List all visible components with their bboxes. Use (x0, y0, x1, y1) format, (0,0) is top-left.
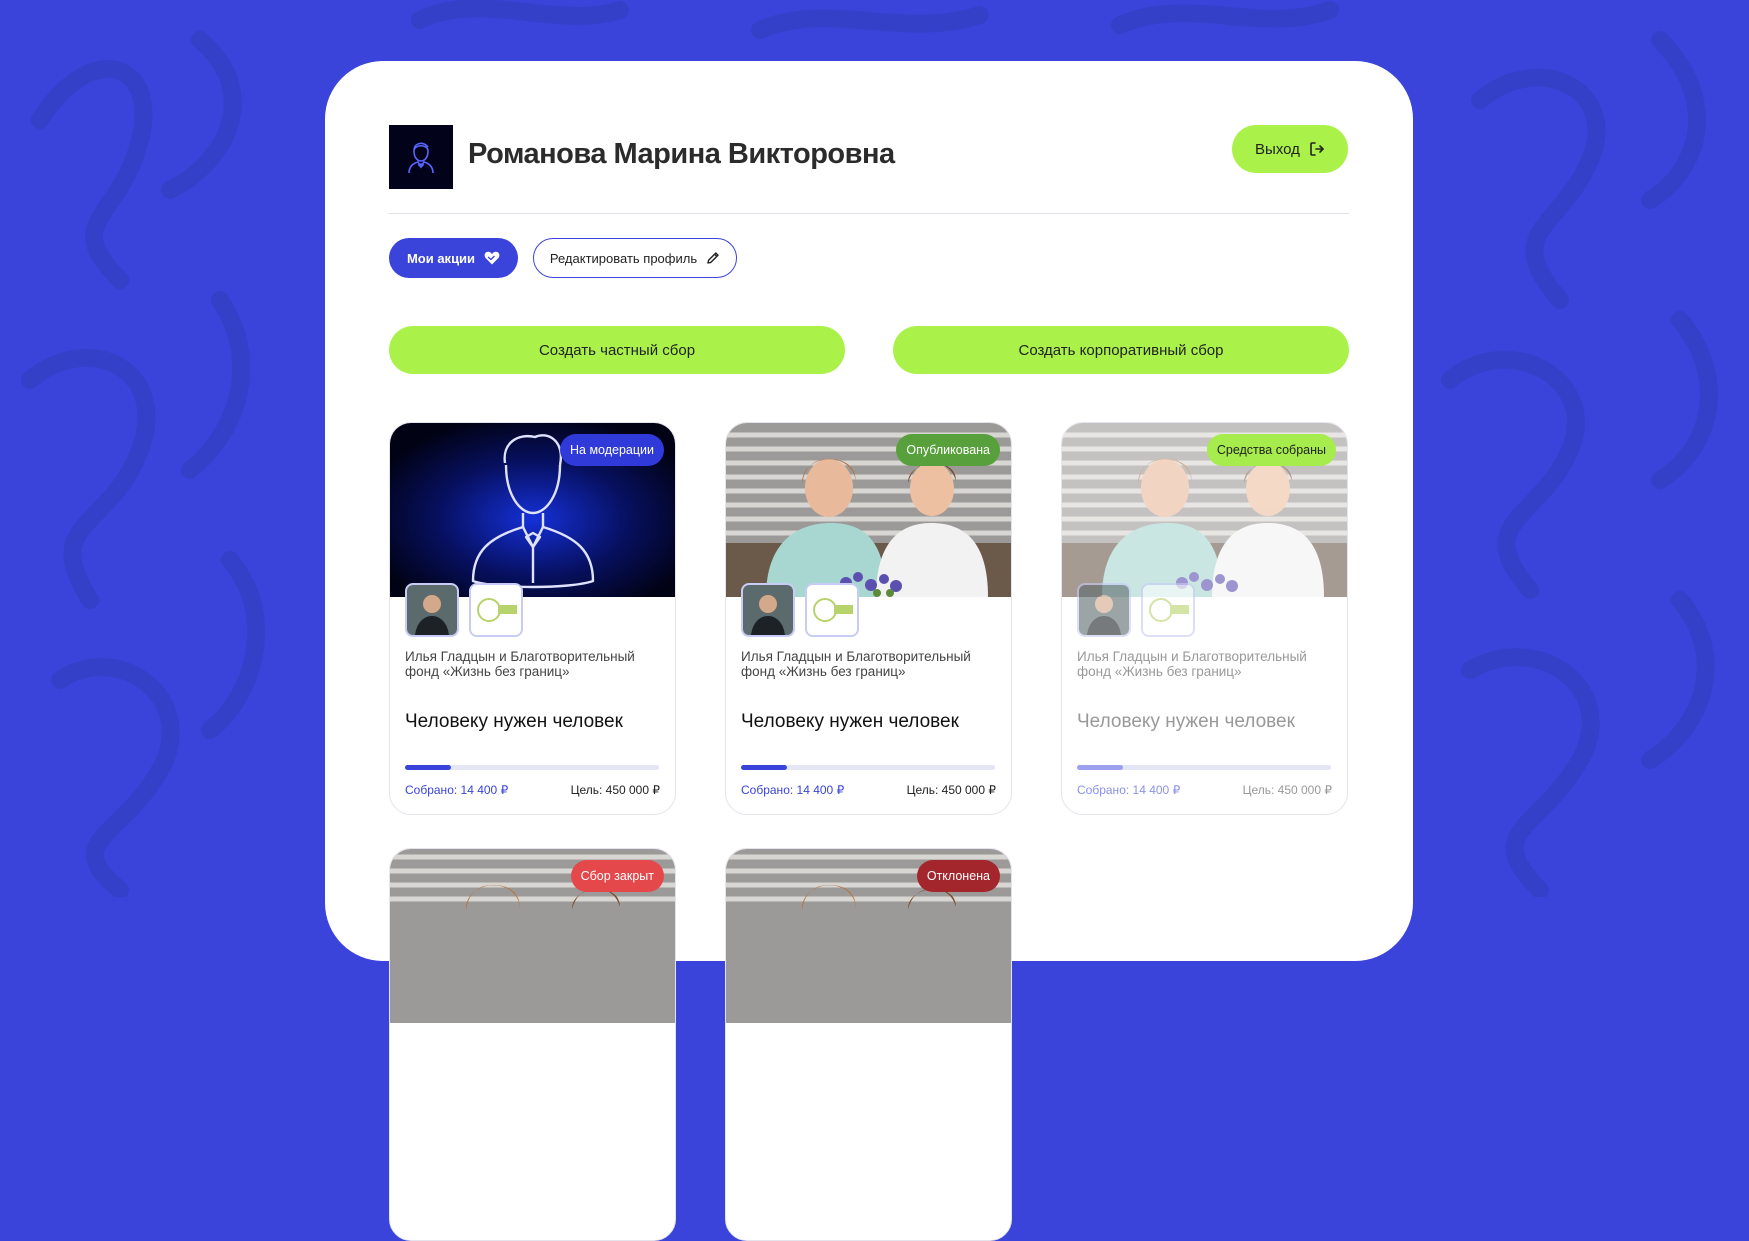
organizer-avatars (405, 583, 523, 637)
status-badge: Отклонена (916, 860, 1000, 892)
foundation-logo (805, 583, 859, 637)
organizer-photo (405, 583, 459, 637)
user-full-name: Романова Марина Викторовна (468, 138, 895, 170)
header-divider (389, 213, 1349, 214)
status-badge: Средства собраны (1206, 434, 1336, 466)
campaign-title: Человеку нужен человек (1077, 711, 1295, 732)
foundation-logo (1141, 583, 1195, 637)
goal-amount: Цель: 450 000 ₽ (906, 783, 996, 797)
user-avatar (389, 125, 453, 189)
progress-fill (405, 765, 451, 770)
status-badge: Сбор закрыт (570, 860, 664, 892)
organizer-avatars (1077, 583, 1195, 637)
profile-panel: Романова Марина Викторовна Выход Мои акц… (325, 61, 1413, 1241)
status-badge: На модерации (560, 434, 664, 466)
tab-edit-profile[interactable]: Редактировать профиль (533, 238, 737, 278)
collected-amount: Собрано: 14 400 ₽ (1077, 783, 1181, 797)
tab-edit-profile-label: Редактировать профиль (549, 250, 698, 266)
organizers-text: Илья Гладцын и Благотворительный фонд «Ж… (741, 649, 971, 679)
logout-label: Выход (1255, 140, 1300, 158)
tab-my-actions[interactable]: Мои акции (389, 238, 518, 278)
progress-fill (1077, 765, 1123, 770)
collected-amount: Собрано: 14 400 ₽ (405, 783, 509, 797)
campaign-card[interactable]: Отклонена (725, 848, 1012, 1241)
campaign-title: Человеку нужен человек (405, 711, 623, 732)
create-corporate-campaign-button[interactable]: Создать корпоративный сбор (893, 326, 1349, 374)
collected-amount: Собрано: 14 400 ₽ (741, 783, 845, 797)
status-badge: Опубликована (896, 434, 1000, 466)
campaign-card[interactable]: На модерации Илья Гладцын и Благотворите… (389, 422, 676, 815)
organizer-photo (1077, 583, 1131, 637)
logout-icon (1310, 142, 1324, 156)
heart-hands-icon (484, 251, 500, 265)
goal-amount: Цель: 450 000 ₽ (1242, 783, 1332, 797)
create-private-campaign-button[interactable]: Создать частный сбор (389, 326, 845, 374)
pencil-icon (707, 252, 719, 264)
progress-bar (741, 765, 995, 770)
campaign-card[interactable]: Опубликована Илья Гладцын и Благотворите… (725, 422, 1012, 815)
campaign-title: Человеку нужен человек (741, 711, 959, 732)
campaign-card[interactable]: Сбор закрыт (389, 848, 676, 1241)
progress-bar (1077, 765, 1331, 770)
foundation-logo (469, 583, 523, 637)
organizers-text: Илья Гладцын и Благотворительный фонд «Ж… (1077, 649, 1307, 679)
progress-fill (741, 765, 787, 770)
organizers-text: Илья Гладцын и Благотворительный фонд «Ж… (405, 649, 635, 679)
campaign-card[interactable]: Средства собраны Илья Гладцын и Благотво… (1061, 422, 1348, 815)
progress-bar (405, 765, 659, 770)
logout-button[interactable]: Выход (1232, 125, 1348, 173)
profile-header: Романова Марина Викторовна Выход (389, 125, 1349, 189)
organizer-avatars (741, 583, 859, 637)
organizer-photo (741, 583, 795, 637)
goal-amount: Цель: 450 000 ₽ (570, 783, 660, 797)
tab-my-actions-label: Мои акции (406, 250, 476, 266)
